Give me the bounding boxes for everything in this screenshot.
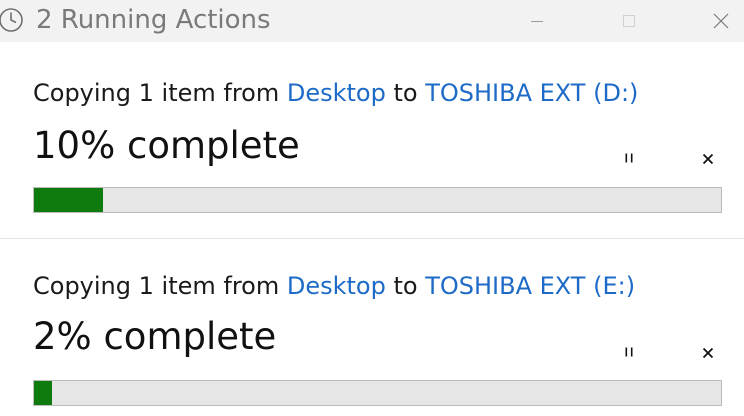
- title-bar[interactable]: 2 Running Actions: [0, 0, 744, 42]
- pause-icon: [625, 153, 633, 163]
- cancel-copy-button[interactable]: [695, 340, 721, 366]
- progress-bar-fill: [34, 381, 52, 405]
- window-title: 2 Running Actions: [36, 5, 271, 35]
- description-prefix: Copying 1 item from: [33, 272, 287, 300]
- cancel-copy-button[interactable]: [695, 146, 721, 172]
- progress-bar: [33, 187, 722, 213]
- action-description: Copying 1 item from Desktop to TOSHIBA E…: [33, 270, 635, 302]
- pause-icon: [625, 347, 633, 357]
- maximize-icon: [623, 15, 635, 27]
- pause-button[interactable]: [616, 145, 642, 171]
- description-connector: to: [385, 272, 426, 300]
- close-icon: [702, 347, 714, 359]
- destination-link[interactable]: TOSHIBA EXT (E:): [425, 272, 635, 300]
- source-link[interactable]: Desktop: [287, 272, 386, 300]
- close-icon: [702, 153, 714, 165]
- destination-link[interactable]: TOSHIBA EXT (D:): [425, 79, 638, 107]
- source-link[interactable]: Desktop: [287, 79, 386, 107]
- copy-progress-window: 2 Running Actions Copying 1 item from De…: [0, 0, 744, 416]
- copy-action-1: Copying 1 item from Desktop to TOSHIBA E…: [0, 42, 744, 238]
- maximize-button[interactable]: [606, 0, 652, 42]
- progress-bar-fill: [34, 188, 103, 212]
- minimize-icon: [531, 21, 543, 22]
- copy-action-2: Copying 1 item from Desktop to TOSHIBA E…: [0, 239, 744, 416]
- action-description: Copying 1 item from Desktop to TOSHIBA E…: [33, 77, 638, 109]
- clock-icon: [0, 8, 23, 32]
- description-connector: to: [385, 79, 426, 107]
- progress-percent-text: 10% complete: [33, 124, 300, 167]
- close-button[interactable]: [698, 0, 744, 42]
- progress-percent-text: 2% complete: [33, 315, 277, 358]
- minimize-button[interactable]: [514, 0, 560, 42]
- progress-bar: [33, 380, 722, 406]
- close-icon: [713, 13, 729, 29]
- pause-button[interactable]: [616, 339, 642, 365]
- description-prefix: Copying 1 item from: [33, 79, 287, 107]
